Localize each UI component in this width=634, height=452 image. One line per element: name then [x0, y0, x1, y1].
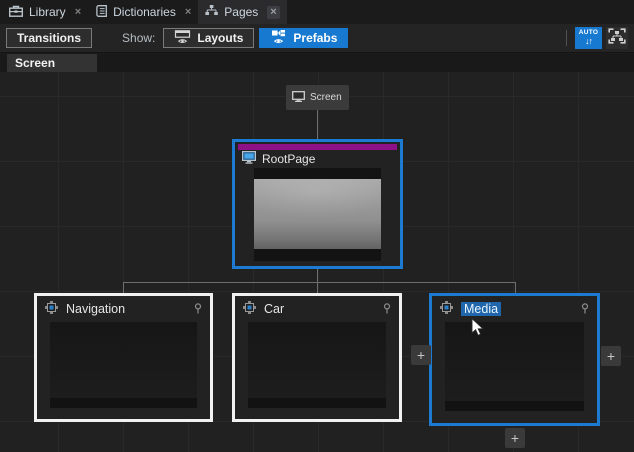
add-page-right-of-media-button[interactable]: + [601, 346, 621, 366]
layouts-toggle-button[interactable]: Layouts [163, 28, 254, 48]
node-label: Navigation [66, 302, 125, 316]
node-header: Car [235, 296, 399, 322]
node-media[interactable]: Media [429, 293, 600, 426]
close-icon[interactable]: × [75, 7, 81, 18]
tab-dictionaries[interactable]: Dictionaries × [88, 0, 198, 24]
show-label: Show: [122, 31, 155, 45]
connector-stub-navigation [123, 282, 124, 293]
prefab-eye-icon [270, 30, 287, 47]
toolbar-right-group: AUTO ↓↑ [566, 27, 628, 49]
node-label: Car [264, 302, 284, 316]
toolbar: Transitions Show: Layouts Prefabs AUTO ↓… [0, 24, 634, 53]
toolbar-separator [566, 30, 567, 46]
node-header: Navigation [37, 296, 210, 322]
layout-eye-icon [174, 30, 191, 47]
document-tabbar: Library × Dictionaries × Pages × [0, 0, 634, 24]
prefab-chip-icon [440, 301, 453, 317]
auto-arrange-button[interactable]: AUTO ↓↑ [575, 27, 602, 49]
node-preview-thumbnail [248, 322, 386, 408]
tab-library[interactable]: Library × [2, 0, 88, 24]
fit-tree-icon [608, 28, 626, 49]
node-screen[interactable]: Screen [286, 85, 349, 110]
rootpage-header: RootPage [235, 150, 400, 168]
page-monitor-icon [242, 151, 256, 167]
node-label: Screen [310, 92, 342, 103]
tab-label: Pages [224, 5, 258, 19]
rootpage-preview-thumbnail [254, 168, 381, 261]
connector-rootpage-bus [317, 269, 318, 282]
node-navigation[interactable]: Navigation [34, 293, 213, 422]
node-label: Media [461, 302, 501, 316]
preview-bottom-strip [254, 249, 381, 261]
pin-icon[interactable] [383, 303, 391, 315]
connector-bus [123, 282, 516, 283]
close-icon[interactable]: × [267, 6, 279, 19]
add-child-below-media-button[interactable]: + [505, 428, 525, 448]
preview-gradient [254, 179, 381, 249]
tab-pages[interactable]: Pages × [198, 0, 286, 24]
connector-screen-rootpage [317, 110, 318, 139]
pin-icon[interactable] [581, 303, 589, 315]
prefab-chip-icon [243, 301, 256, 317]
mouse-cursor [471, 318, 485, 343]
node-rootpage[interactable]: RootPage [232, 139, 403, 269]
close-icon[interactable]: × [185, 7, 191, 18]
auto-arrows-icon: ↓↑ [585, 37, 592, 46]
node-header: Media [432, 296, 597, 322]
pages-editor-window: Library × Dictionaries × Pages × Transit… [0, 0, 634, 452]
tab-label: Dictionaries [113, 5, 176, 19]
breadcrumb-bar: Screen [0, 54, 634, 72]
node-label: RootPage [262, 152, 315, 166]
node-preview-thumbnail [445, 322, 584, 411]
fit-view-button[interactable] [606, 27, 628, 49]
node-graph-canvas[interactable]: Screen RootPage Navigatio [0, 72, 634, 452]
breadcrumb-screen-tab[interactable]: Screen [7, 54, 97, 72]
pin-icon[interactable] [194, 303, 202, 315]
book-icon [95, 5, 107, 20]
hierarchy-icon [205, 5, 218, 19]
connector-stub-media [515, 282, 516, 293]
node-car[interactable]: Car [232, 293, 402, 422]
connector-stub-car [317, 282, 318, 293]
prefabs-toggle-button[interactable]: Prefabs [259, 28, 348, 48]
prefabs-label: Prefabs [293, 31, 337, 45]
layouts-label: Layouts [197, 31, 243, 45]
add-page-left-of-media-button[interactable]: + [411, 345, 431, 365]
tab-label: Library [29, 5, 66, 19]
transitions-button[interactable]: Transitions [6, 28, 92, 48]
toolbox-icon [9, 5, 23, 20]
node-preview-thumbnail [50, 322, 197, 408]
monitor-icon [292, 91, 305, 105]
prefab-chip-icon [45, 301, 58, 317]
preview-top-strip [254, 168, 381, 179]
